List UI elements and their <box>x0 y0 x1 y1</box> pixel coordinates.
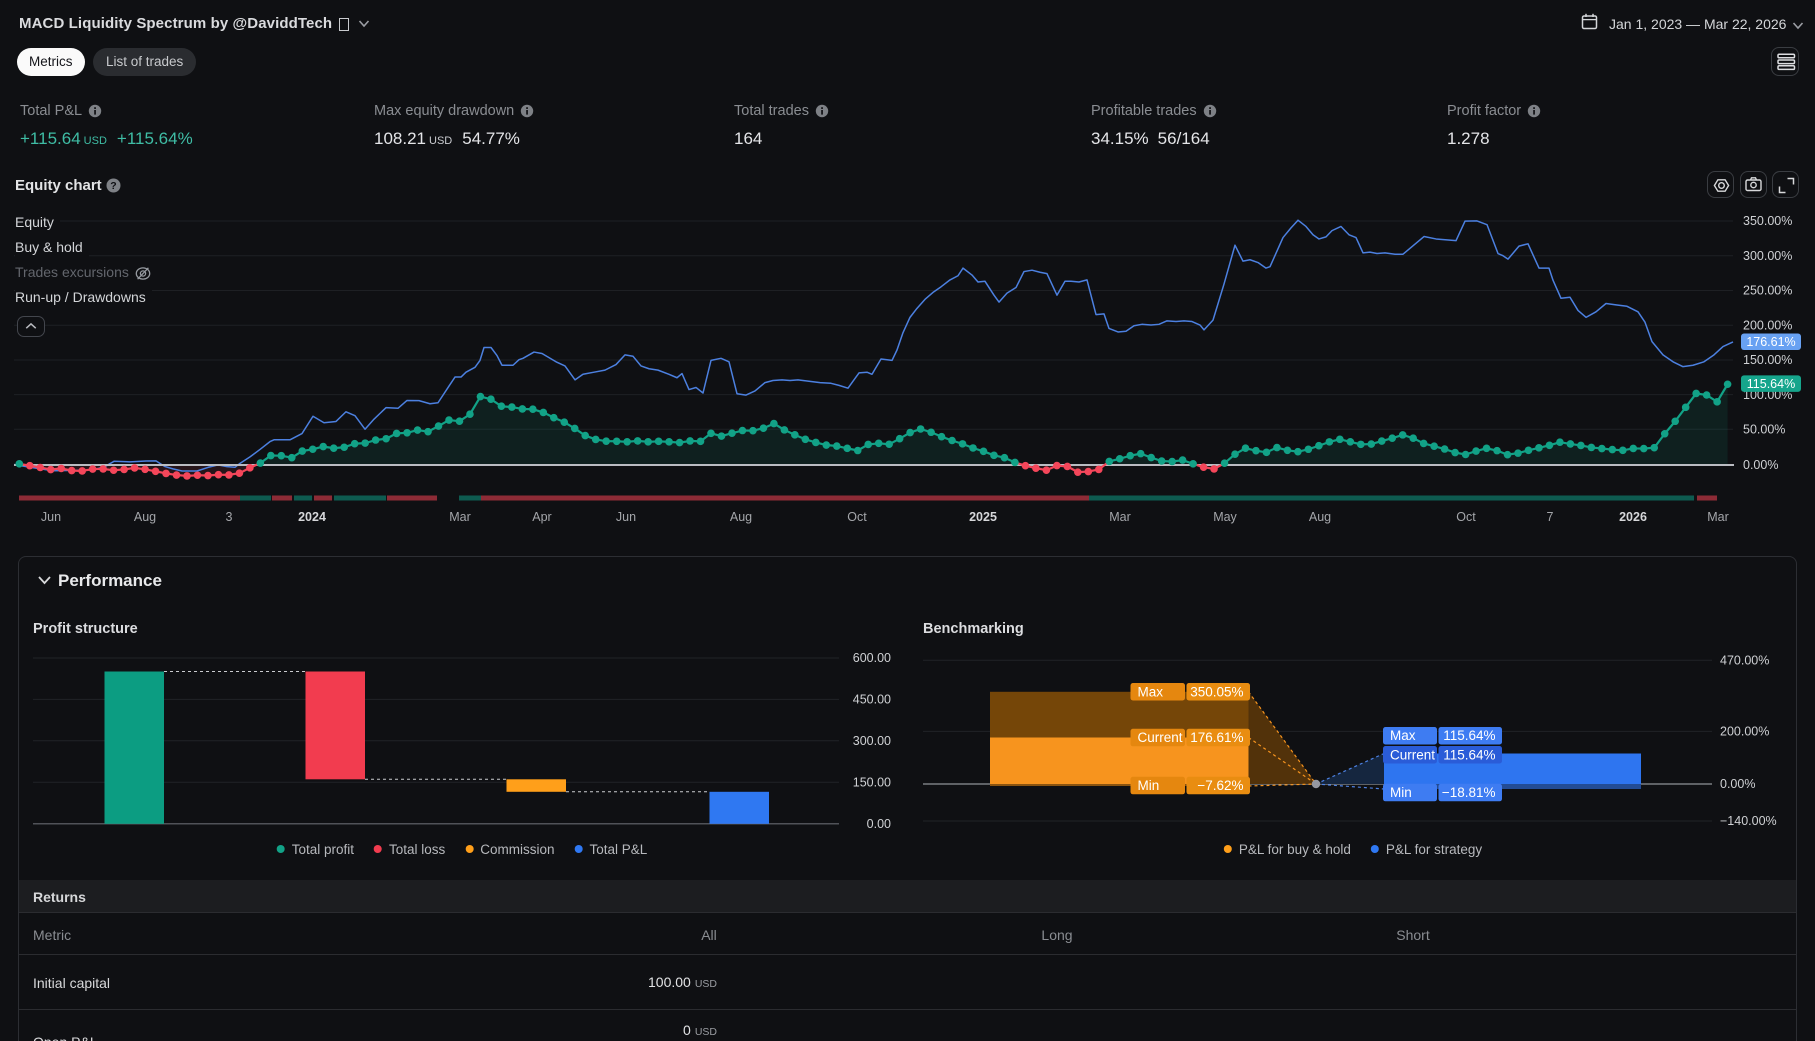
svg-text:115.64%: 115.64% <box>1747 377 1795 391</box>
svg-text:−18.81%: −18.81% <box>1442 785 1496 800</box>
svg-text:May: May <box>1213 510 1237 524</box>
svg-text:600.00: 600.00 <box>853 651 891 665</box>
svg-text:200.00%: 200.00% <box>1743 318 1792 332</box>
svg-text:Apr: Apr <box>532 510 551 524</box>
svg-text:7: 7 <box>1547 510 1554 524</box>
svg-text:Oct: Oct <box>1456 510 1476 524</box>
svg-text:Min: Min <box>1138 778 1160 793</box>
svg-text:350.05%: 350.05% <box>1190 684 1243 699</box>
svg-text:Current: Current <box>1390 747 1435 762</box>
svg-text:Aug: Aug <box>730 510 752 524</box>
svg-text:Current: Current <box>1138 730 1183 745</box>
svg-text:Jun: Jun <box>616 510 636 524</box>
svg-text:Aug: Aug <box>1309 510 1331 524</box>
svg-text:176.61%: 176.61% <box>1190 730 1243 745</box>
svg-text:250.00%: 250.00% <box>1743 284 1792 298</box>
svg-text:?: ? <box>110 180 116 192</box>
svg-text:0.00: 0.00 <box>867 817 891 831</box>
svg-text:Min: Min <box>1390 785 1412 800</box>
svg-text:Jun: Jun <box>41 510 61 524</box>
svg-text:Mar: Mar <box>1707 510 1729 524</box>
svg-text:Aug: Aug <box>134 510 156 524</box>
svg-text:−140.00%: −140.00% <box>1720 814 1777 828</box>
svg-text:Mar: Mar <box>449 510 471 524</box>
svg-text:Oct: Oct <box>847 510 867 524</box>
svg-text:0.00%: 0.00% <box>1743 458 1778 472</box>
svg-text:2024: 2024 <box>298 510 326 524</box>
svg-text:176.61%: 176.61% <box>1746 335 1795 349</box>
svg-text:0.00%: 0.00% <box>1720 777 1755 791</box>
svg-text:150.00%: 150.00% <box>1743 353 1792 367</box>
svg-text:2025: 2025 <box>969 510 997 524</box>
svg-text:115.64%: 115.64% <box>1443 747 1495 762</box>
svg-text:150.00: 150.00 <box>853 775 891 789</box>
svg-text:Max: Max <box>1138 684 1164 699</box>
svg-text:2026: 2026 <box>1619 510 1647 524</box>
svg-text:450.00: 450.00 <box>853 693 891 707</box>
svg-text:470.00%: 470.00% <box>1720 653 1769 667</box>
svg-text:200.00%: 200.00% <box>1720 725 1769 739</box>
svg-text:300.00: 300.00 <box>853 734 891 748</box>
svg-text:−7.62%: −7.62% <box>1197 778 1243 793</box>
svg-text:3: 3 <box>226 510 233 524</box>
svg-text:Max: Max <box>1390 728 1416 743</box>
svg-text:Mar: Mar <box>1109 510 1131 524</box>
svg-text:115.64%: 115.64% <box>1443 728 1495 743</box>
svg-text:50.00%: 50.00% <box>1743 423 1785 437</box>
svg-text:350.00%: 350.00% <box>1743 214 1792 228</box>
svg-text:300.00%: 300.00% <box>1743 249 1792 263</box>
